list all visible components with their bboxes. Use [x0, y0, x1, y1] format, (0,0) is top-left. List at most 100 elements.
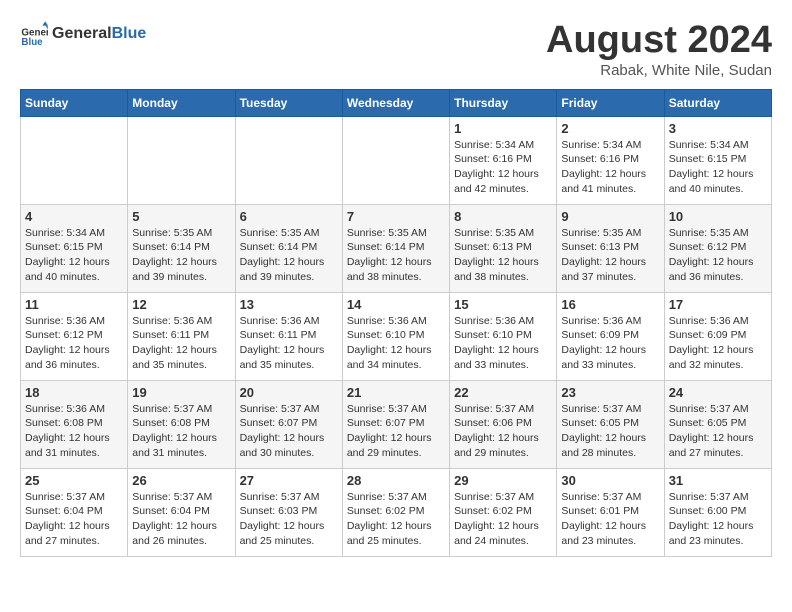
day-number: 22: [454, 385, 552, 400]
logo: General Blue GeneralBlue: [20, 20, 146, 48]
day-number: 9: [561, 209, 659, 224]
calendar-week-3: 11 Sunrise: 5:36 AM Sunset: 6:12 PM Dayli…: [21, 292, 772, 380]
day-info: Sunrise: 5:35 AM Sunset: 6:13 PM Dayligh…: [561, 226, 659, 285]
calendar-cell: 14 Sunrise: 5:36 AM Sunset: 6:10 PM Dayli…: [342, 292, 449, 380]
day-number: 7: [347, 209, 445, 224]
day-info: Sunrise: 5:36 AM Sunset: 6:10 PM Dayligh…: [454, 314, 552, 373]
day-number: 21: [347, 385, 445, 400]
calendar-header: SundayMondayTuesdayWednesdayThursdayFrid…: [21, 89, 772, 116]
day-info: Sunrise: 5:35 AM Sunset: 6:12 PM Dayligh…: [669, 226, 767, 285]
day-info: Sunrise: 5:34 AM Sunset: 6:16 PM Dayligh…: [561, 138, 659, 197]
day-info: Sunrise: 5:37 AM Sunset: 6:05 PM Dayligh…: [669, 402, 767, 461]
calendar-cell: 8Sunrise: 5:35 AM Sunset: 6:13 PM Daylig…: [450, 204, 557, 292]
day-info: Sunrise: 5:36 AM Sunset: 6:08 PM Dayligh…: [25, 402, 123, 461]
calendar-cell: 15Sunrise: 5:36 AM Sunset: 6:10 PM Dayli…: [450, 292, 557, 380]
day-number: 3: [669, 121, 767, 136]
day-number: 19: [132, 385, 230, 400]
day-info: Sunrise: 5:37 AM Sunset: 6:02 PM Dayligh…: [347, 490, 445, 549]
calendar-cell: 23Sunrise: 5:37 AM Sunset: 6:05 PM Dayli…: [557, 380, 664, 468]
calendar-cell: 18Sunrise: 5:36 AM Sunset: 6:08 PM Dayli…: [21, 380, 128, 468]
day-info: Sunrise: 5:36 AM Sunset: 6:10 PM Dayligh…: [347, 314, 445, 373]
calendar-cell: 16 Sunrise: 5:36 AM Sunset: 6:09 PM Dayli…: [557, 292, 664, 380]
logo-icon: General Blue: [20, 20, 48, 48]
calendar-cell: 22 Sunrise: 5:37 AM Sunset: 6:06 PM Dayli…: [450, 380, 557, 468]
day-info: Sunrise: 5:37 AM Sunset: 6:08 PM Dayligh…: [132, 402, 230, 461]
day-number: 30: [561, 473, 659, 488]
day-number: 1: [454, 121, 552, 136]
calendar-cell: 6Sunrise: 5:35 AM Sunset: 6:14 PM Daylig…: [235, 204, 342, 292]
calendar-cell: 3Sunrise: 5:34 AM Sunset: 6:15 PM Daylig…: [664, 116, 771, 204]
calendar-cell: 29Sunrise: 5:37 AM Sunset: 6:02 PM Dayli…: [450, 468, 557, 556]
day-number: 12: [132, 297, 230, 312]
day-info: Sunrise: 5:37 AM Sunset: 6:01 PM Dayligh…: [561, 490, 659, 549]
day-info: Sunrise: 5:37 AM Sunset: 6:04 PM Dayligh…: [132, 490, 230, 549]
day-number: 2: [561, 121, 659, 136]
day-info: Sunrise: 5:34 AM Sunset: 6:15 PM Dayligh…: [25, 226, 123, 285]
calendar-cell: 21 Sunrise: 5:37 AM Sunset: 6:07 PM Dayli…: [342, 380, 449, 468]
day-number: 31: [669, 473, 767, 488]
page-header: General Blue GeneralBlue August 2024 Rab…: [20, 20, 772, 79]
day-info: Sunrise: 5:35 AM Sunset: 6:14 PM Dayligh…: [132, 226, 230, 285]
day-number: 26: [132, 473, 230, 488]
calendar-cell: 7 Sunrise: 5:35 AM Sunset: 6:14 PM Daylig…: [342, 204, 449, 292]
day-info: Sunrise: 5:36 AM Sunset: 6:11 PM Dayligh…: [132, 314, 230, 373]
calendar-cell: 9 Sunrise: 5:35 AM Sunset: 6:13 PM Daylig…: [557, 204, 664, 292]
calendar-cell: [128, 116, 235, 204]
day-info: Sunrise: 5:37 AM Sunset: 6:07 PM Dayligh…: [347, 402, 445, 461]
weekday-header-thursday: Thursday: [450, 89, 557, 116]
calendar-cell: 4 Sunrise: 5:34 AM Sunset: 6:15 PM Daylig…: [21, 204, 128, 292]
day-number: 16: [561, 297, 659, 312]
svg-text:Blue: Blue: [21, 37, 43, 48]
day-info: Sunrise: 5:37 AM Sunset: 6:00 PM Dayligh…: [669, 490, 767, 549]
day-info: Sunrise: 5:36 AM Sunset: 6:11 PM Dayligh…: [240, 314, 338, 373]
weekday-header-friday: Friday: [557, 89, 664, 116]
day-number: 14: [347, 297, 445, 312]
weekday-row: SundayMondayTuesdayWednesdayThursdayFrid…: [21, 89, 772, 116]
title-section: August 2024 Rabak, White Nile, Sudan: [546, 20, 772, 79]
calendar-week-1: 1 Sunrise: 5:34 AM Sunset: 6:16 PM Daylig…: [21, 116, 772, 204]
calendar-cell: 17Sunrise: 5:36 AM Sunset: 6:09 PM Dayli…: [664, 292, 771, 380]
day-info: Sunrise: 5:34 AM Sunset: 6:16 PM Dayligh…: [454, 138, 552, 197]
day-info: Sunrise: 5:35 AM Sunset: 6:14 PM Dayligh…: [347, 226, 445, 285]
calendar-cell: 12 Sunrise: 5:36 AM Sunset: 6:11 PM Dayli…: [128, 292, 235, 380]
day-number: 17: [669, 297, 767, 312]
calendar-cell: 5Sunrise: 5:35 AM Sunset: 6:14 PM Daylig…: [128, 204, 235, 292]
calendar-body: 1 Sunrise: 5:34 AM Sunset: 6:16 PM Daylig…: [21, 116, 772, 556]
calendar-cell: 11 Sunrise: 5:36 AM Sunset: 6:12 PM Dayli…: [21, 292, 128, 380]
day-number: 4: [25, 209, 123, 224]
day-info: Sunrise: 5:37 AM Sunset: 6:04 PM Dayligh…: [25, 490, 123, 549]
calendar-cell: 10 Sunrise: 5:35 AM Sunset: 6:12 PM Dayli…: [664, 204, 771, 292]
calendar-cell: 30 Sunrise: 5:37 AM Sunset: 6:01 PM Dayli…: [557, 468, 664, 556]
day-info: Sunrise: 5:37 AM Sunset: 6:03 PM Dayligh…: [240, 490, 338, 549]
calendar-cell: 19 Sunrise: 5:37 AM Sunset: 6:08 PM Dayli…: [128, 380, 235, 468]
weekday-header-sunday: Sunday: [21, 89, 128, 116]
calendar-cell: 2 Sunrise: 5:34 AM Sunset: 6:16 PM Daylig…: [557, 116, 664, 204]
day-number: 20: [240, 385, 338, 400]
calendar-week-2: 4 Sunrise: 5:34 AM Sunset: 6:15 PM Daylig…: [21, 204, 772, 292]
day-info: Sunrise: 5:36 AM Sunset: 6:12 PM Dayligh…: [25, 314, 123, 373]
day-number: 11: [25, 297, 123, 312]
day-info: Sunrise: 5:36 AM Sunset: 6:09 PM Dayligh…: [561, 314, 659, 373]
day-number: 13: [240, 297, 338, 312]
day-info: Sunrise: 5:37 AM Sunset: 6:05 PM Dayligh…: [561, 402, 659, 461]
location-subtitle: Rabak, White Nile, Sudan: [546, 62, 772, 79]
day-number: 24: [669, 385, 767, 400]
day-info: Sunrise: 5:37 AM Sunset: 6:07 PM Dayligh…: [240, 402, 338, 461]
calendar-cell: 31 Sunrise: 5:37 AM Sunset: 6:00 PM Dayli…: [664, 468, 771, 556]
day-number: 28: [347, 473, 445, 488]
calendar-week-5: 25 Sunrise: 5:37 AM Sunset: 6:04 PM Dayli…: [21, 468, 772, 556]
calendar-cell: 1 Sunrise: 5:34 AM Sunset: 6:16 PM Daylig…: [450, 116, 557, 204]
day-number: 29: [454, 473, 552, 488]
calendar-cell: 13 Sunrise: 5:36 AM Sunset: 6:11 PM Dayli…: [235, 292, 342, 380]
calendar-cell: 26 Sunrise: 5:37 AM Sunset: 6:04 PM Dayli…: [128, 468, 235, 556]
month-year-title: August 2024: [546, 20, 772, 62]
calendar-cell: [342, 116, 449, 204]
calendar-cell: 24 Sunrise: 5:37 AM Sunset: 6:05 PM Dayli…: [664, 380, 771, 468]
logo-text: GeneralBlue: [52, 25, 146, 43]
day-number: 25: [25, 473, 123, 488]
calendar-cell: [235, 116, 342, 204]
day-number: 27: [240, 473, 338, 488]
day-info: Sunrise: 5:37 AM Sunset: 6:06 PM Dayligh…: [454, 402, 552, 461]
weekday-header-monday: Monday: [128, 89, 235, 116]
day-number: 10: [669, 209, 767, 224]
